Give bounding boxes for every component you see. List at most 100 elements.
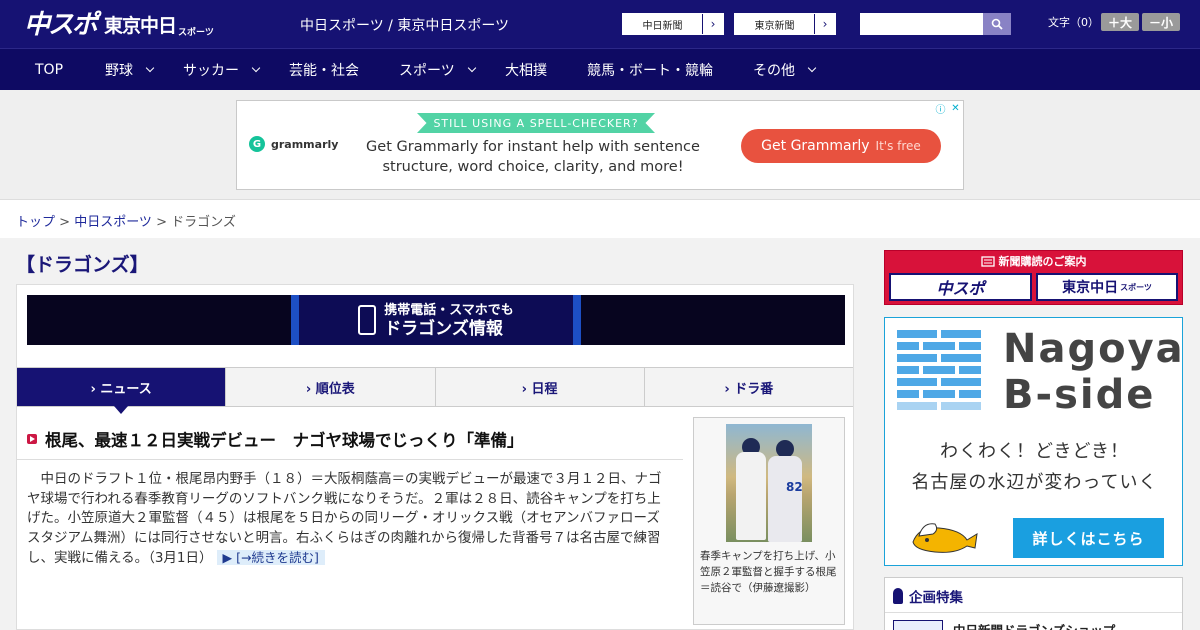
- nav-item-top[interactable]: TOP: [35, 49, 63, 91]
- feature-divider: [885, 612, 1182, 613]
- feature-item-dragons-shop[interactable]: 中日新聞ドラゴンズショップ: [893, 620, 1115, 630]
- grammarly-icon: G: [249, 136, 265, 152]
- section-tabs: › ニュース › 順位表 › 日程 › ドラ番: [17, 367, 853, 414]
- ad-controls: ⓘ ✕: [933, 101, 963, 116]
- brick-wall-graphic: [897, 330, 983, 414]
- newspaper-icon: [980, 255, 995, 267]
- ad-ribbon: STILL USING A SPELL-CHECKER?: [417, 113, 655, 133]
- tokyo-shimbun-link[interactable]: 東京新聞 ›: [734, 13, 836, 35]
- nav-item-label: 競馬・ボート・競輪: [587, 63, 713, 79]
- ad-cta-label: Get Grammarly: [761, 138, 870, 154]
- ad-close-icon[interactable]: ✕: [948, 101, 963, 116]
- font-size-label: 文字（0）: [1048, 16, 1099, 29]
- brick: [897, 330, 937, 338]
- search-button[interactable]: [983, 13, 1011, 35]
- chunichi-shimbun-link[interactable]: 中日新聞 ›: [622, 13, 724, 35]
- ad-info-icon[interactable]: ⓘ: [933, 101, 948, 116]
- breadcrumb-current: ドラゴンズ: [171, 215, 236, 230]
- nav-item-soccer[interactable]: サッカー: [183, 49, 261, 91]
- nagoya-b-side-copy: わくわく！どきどき！ 名古屋の水辺が変わっていく: [885, 436, 1184, 498]
- nagoya-b-side-title: Nagoya B-side: [1003, 326, 1185, 418]
- nav-item-label: 野球: [105, 63, 133, 79]
- ad-brand-logo: G grammarly: [249, 136, 338, 152]
- nav-item-sumo[interactable]: 大相撲: [505, 49, 547, 91]
- nagoya-b-side-ad[interactable]: Nagoya B-side わくわく！どきどき！ 名古屋の水辺が変わっていく 詳…: [884, 317, 1183, 566]
- tokyo-shimbun-label: 東京新聞: [735, 14, 815, 34]
- nav-item-other[interactable]: その他: [753, 49, 817, 91]
- nav-item-label: TOP: [35, 62, 64, 78]
- site-logo[interactable]: 中スポ 東京中日 スポーツ: [24, 8, 214, 40]
- page-title: 【ドラゴンズ】: [16, 254, 149, 276]
- brick: [897, 390, 919, 398]
- brick: [897, 402, 937, 410]
- breadcrumb-top[interactable]: トップ: [16, 215, 55, 230]
- breadcrumb-separator: >: [55, 215, 75, 230]
- subscribe-chuspo-button[interactable]: 中スポ: [889, 273, 1032, 301]
- font-bigger-button[interactable]: ＋大: [1101, 13, 1139, 31]
- subscribe-tokyo-chunichi-small: スポーツ: [1120, 282, 1152, 292]
- chevron-down-icon: [467, 63, 476, 73]
- nav-item-racing[interactable]: 競馬・ボート・競輪: [587, 49, 713, 91]
- nav-item-sports[interactable]: スポーツ: [399, 49, 476, 91]
- chevron-right-icon: ›: [710, 17, 716, 31]
- subscription-banner: 新聞購読のご案内 中スポ 東京中日 スポーツ: [884, 250, 1183, 305]
- ad-body: Get Grammarly for instant help with sent…: [366, 139, 700, 175]
- subscription-title-text: 新聞購読のご案内: [998, 255, 1087, 268]
- news-panel: 携帯電話・スマホでも ドラゴンズ情報 › ニュース › 順位表 › 日程 › ド…: [16, 284, 854, 630]
- tab-schedule[interactable]: › 日程: [435, 368, 645, 406]
- read-more-link[interactable]: ▶ [→続きを読む]: [216, 550, 325, 565]
- nav-item-entertainment[interactable]: 芸能・社会: [289, 49, 359, 91]
- brick: [941, 330, 981, 338]
- promo-line-2: ドラゴンズ情報: [384, 319, 503, 339]
- main-nav: TOP 野球 サッカー 芸能・社会 スポーツ 大相撲 競馬・ボート・競輪 その他: [0, 48, 1200, 90]
- brick: [897, 342, 919, 350]
- tab-news[interactable]: › ニュース: [17, 368, 227, 414]
- article-headline[interactable]: 根尾、最速１２日実戦デビュー ナゴヤ球場でじっくり「準備」: [27, 427, 524, 451]
- brick: [923, 366, 955, 374]
- breadcrumb-section[interactable]: 中日スポーツ: [74, 215, 152, 230]
- nb-title-line-2: B-side: [1003, 372, 1156, 418]
- article-photo[interactable]: 82: [726, 424, 812, 542]
- brick: [959, 366, 981, 374]
- special-features-box: 企画特集 中日新聞ドラゴンズショップ: [884, 577, 1183, 630]
- subscribe-tokyo-chunichi-button[interactable]: 東京中日 スポーツ: [1036, 273, 1178, 301]
- tab-dora-ban[interactable]: › ドラ番: [644, 368, 853, 406]
- nb-copy-line-1: わくわく！どきどき！: [940, 441, 1129, 462]
- brick: [959, 342, 981, 350]
- subscription-title: 新聞購読のご案内: [885, 251, 1182, 271]
- font-smaller-button[interactable]: －小: [1142, 13, 1180, 31]
- brick: [897, 366, 919, 374]
- nav-item-label: サッカー: [183, 63, 239, 79]
- promo-center: 携帯電話・スマホでも ドラゴンズ情報: [291, 295, 581, 345]
- smartphone-icon: [358, 305, 377, 335]
- nav-item-label: スポーツ: [399, 63, 455, 79]
- ad-cta-button[interactable]: Get Grammarly It's free: [741, 129, 941, 163]
- nav-item-label: その他: [753, 63, 795, 79]
- nb-copy-line-2: 名古屋の水辺が変わっていく: [911, 472, 1158, 493]
- promo-line-1: 携帯電話・スマホでも: [384, 303, 514, 318]
- brick: [941, 402, 981, 410]
- ad-brand-name: grammarly: [271, 137, 339, 151]
- brick: [941, 378, 981, 386]
- ad-cta-sub: It's free: [875, 139, 921, 153]
- breadcrumb: トップ > 中日スポーツ > ドラゴンズ: [16, 211, 236, 230]
- medal-icon: [893, 588, 903, 604]
- grammarly-ad[interactable]: G grammarly STILL USING A SPELL-CHECKER?…: [236, 100, 964, 190]
- feature-item-label: 中日新聞ドラゴンズショップ: [953, 620, 1115, 630]
- tab-standings[interactable]: › 順位表: [226, 368, 436, 406]
- feature-thumbnail: [893, 620, 943, 630]
- chevron-down-icon: [807, 63, 817, 73]
- photo-caption: 春季キャンプを打ち上げ、小笠原２軍監督と握手する根尾＝読谷で（伊藤遼撮影）: [700, 550, 837, 594]
- article-headline-text: 根尾、最速１２日実戦デビュー ナゴヤ球場でじっくり「準備」: [45, 431, 524, 450]
- logo-tokyo-chunichi: 東京中日: [104, 15, 177, 37]
- brick: [897, 354, 937, 362]
- breadcrumb-separator: >: [151, 215, 172, 230]
- search-input[interactable]: [860, 13, 983, 35]
- mobile-promo-banner[interactable]: 携帯電話・スマホでも ドラゴンズ情報: [27, 295, 845, 345]
- article-body: 中日のドラフト１位・根尾昂内野手（１８）＝大阪桐蔭高＝の実戦デビューが最速で３月…: [27, 470, 673, 569]
- nav-item-label: 大相撲: [505, 63, 547, 79]
- nb-details-button[interactable]: 詳しくはこちら: [1013, 518, 1164, 558]
- nav-item-baseball[interactable]: 野球: [105, 49, 155, 91]
- brick: [959, 390, 981, 398]
- player-body-right: [768, 456, 802, 542]
